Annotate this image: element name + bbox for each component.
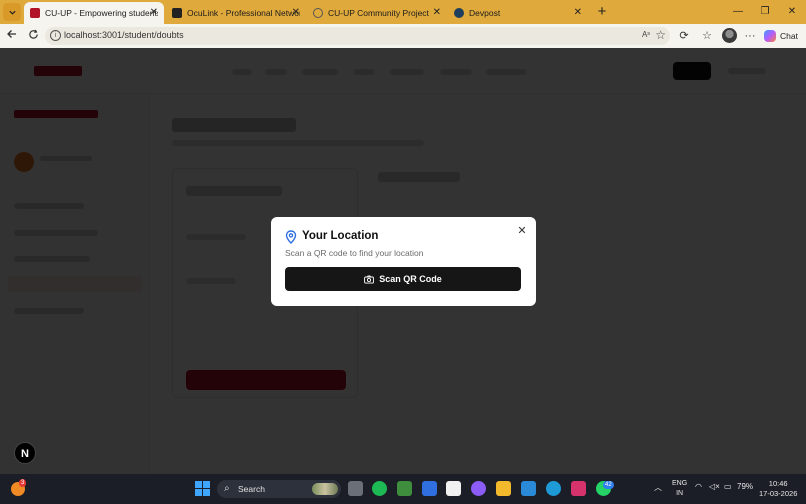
favorite-star-icon[interactable]: ☆ [655,28,666,42]
file-explorer-icon[interactable] [496,481,511,496]
microsoft-store-icon[interactable] [446,481,461,496]
page-viewport: N ✕ Your Location Scan a QR code to find… [0,48,806,474]
new-tab-icon[interactable]: + [593,3,611,21]
battery-icon[interactable]: ▭ [724,482,732,491]
spotify-icon[interactable] [372,481,387,496]
windows-taskbar: 3 ⌕ Search 42 ︿ ENG IN ◠ ◁× ▭ 79% 10:46 … [0,474,806,504]
favorites-icon[interactable]: ☆ [698,27,716,45]
back-arrow-icon[interactable] [3,27,21,45]
notification-badge: 3 [19,479,27,487]
app-icon[interactable] [397,481,412,496]
camera-icon [364,274,375,284]
address-bar[interactable]: i localhost:3001/student/doubts Aˢ ☆ [45,27,670,45]
modal-description: Scan a QR code to find your location [285,248,424,258]
task-view-icon[interactable] [348,481,363,496]
github-icon[interactable] [471,481,486,496]
scan-button-label: Scan QR Code [379,274,442,284]
close-icon[interactable]: ✕ [516,225,528,237]
copilot-icon [764,30,776,42]
language-code: ENG [672,480,688,487]
whatsapp-badge: 42 [603,481,614,489]
tab-title: CU-UP - Empowering students at t [45,8,158,18]
close-tab-icon[interactable]: ✕ [433,7,441,18]
copilot-chat-button[interactable]: Chat [764,28,798,44]
chat-label: Chat [780,31,798,41]
windows-start-icon[interactable] [195,481,210,496]
close-tab-icon[interactable]: ✕ [574,7,582,18]
search-label: Search [238,484,265,494]
tab-title: CU-UP Community Project [328,8,429,18]
more-options-icon[interactable]: ··· [741,27,759,45]
close-tab-icon[interactable]: ✕ [292,7,300,18]
taskbar-search[interactable]: ⌕ Search [217,480,341,498]
vscode-icon[interactable] [521,481,536,496]
location-modal: ✕ Your Location Scan a QR code to find y… [271,217,536,306]
browser-tab-bar: CU-UP - Empowering students at t ✕ OcuLi… [0,0,806,24]
map-pin-icon [285,230,297,244]
search-icon: ⌕ [224,483,230,494]
minimize-icon[interactable]: — [729,3,747,21]
taskbar-clock[interactable]: 10:46 17-03-2026 [759,479,797,499]
read-aloud-icon[interactable]: Aˢ [642,30,650,39]
search-highlight-image [312,483,338,495]
cu-up-favicon-icon [30,8,40,18]
address-url[interactable]: localhost:3001/student/doubts [64,30,184,40]
oculink-favicon-icon [172,8,182,18]
devpost-favicon-icon [454,8,464,18]
tab-title: Devpost [469,8,501,18]
edge-icon[interactable] [546,481,561,496]
language-indicator[interactable]: ENG IN [672,479,687,499]
profile-avatar[interactable] [722,28,737,43]
tab-oculink[interactable]: OcuLink - Professional Networking ✕ [166,2,306,24]
clock-time: 10:46 [768,479,788,488]
modal-title: Your Location [302,230,379,242]
chevron-down-icon [8,10,16,15]
tab-cu-up-community[interactable]: CU-UP Community Project ✕ [307,2,447,24]
restore-icon[interactable]: ❐ [756,3,774,21]
tab-title: OcuLink - Professional Networking [187,8,300,18]
tab-devpost[interactable]: Devpost ✕ [448,2,588,24]
browser-toolbar: i localhost:3001/student/doubts Aˢ ☆ ⟳ ☆… [0,24,806,48]
close-window-icon[interactable]: ✕ [783,3,801,21]
clock-date: 17-03-2026 [759,489,798,498]
tab-cu-up[interactable]: CU-UP - Empowering students at t ✕ [24,2,164,24]
site-info-icon[interactable]: i [50,30,61,41]
close-tab-icon[interactable]: ✕ [150,7,158,18]
intellij-icon[interactable] [571,481,586,496]
wifi-icon[interactable]: ◠ [695,482,702,491]
scan-qr-code-button[interactable]: Scan QR Code [285,267,521,291]
reload-icon[interactable] [24,27,42,45]
volume-muted-icon[interactable]: ◁× [709,482,720,491]
show-hidden-icons-icon[interactable]: ︿ [654,482,662,493]
language-region: IN [676,490,684,497]
nextjs-dev-badge[interactable]: N [14,442,36,464]
globe-icon [313,8,323,18]
extensions-icon[interactable]: ⟳ [675,27,693,45]
app-icon[interactable] [422,481,437,496]
battery-percent: 79% [737,482,754,491]
tab-actions-menu-button[interactable] [3,3,21,21]
